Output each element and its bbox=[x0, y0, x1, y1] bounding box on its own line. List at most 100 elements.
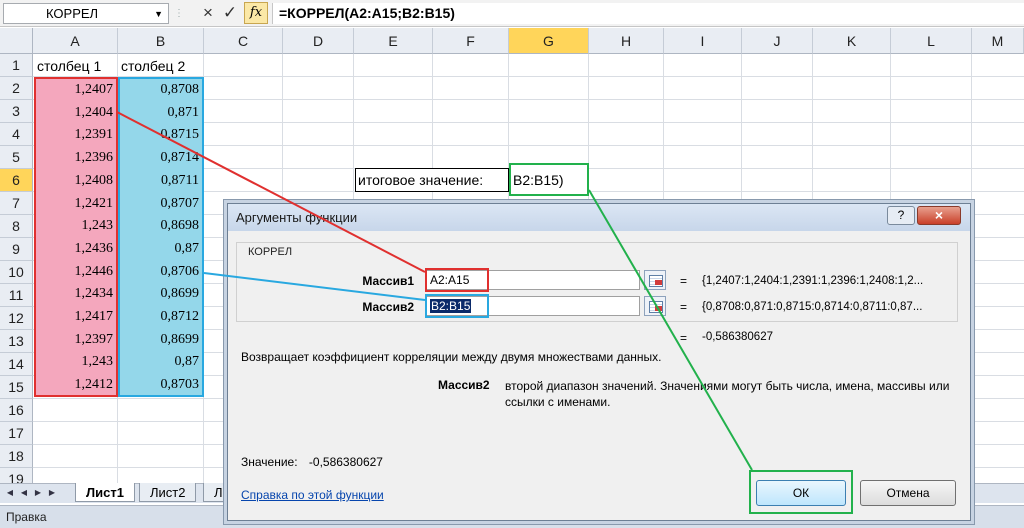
value-label: Значение: bbox=[241, 455, 298, 469]
column-header-a[interactable]: A bbox=[33, 28, 118, 54]
column-header-j[interactable]: J bbox=[742, 28, 813, 54]
cell-b13[interactable]: 0,8699 bbox=[120, 328, 202, 351]
arg1-label: Массив1 bbox=[362, 274, 414, 288]
arg1-collapse-icon[interactable] bbox=[644, 270, 666, 290]
insert-function-icon[interactable]: fx bbox=[244, 2, 268, 24]
column-gridline bbox=[971, 54, 972, 484]
cell-b7[interactable]: 0,8707 bbox=[120, 192, 202, 215]
column-header-h[interactable]: H bbox=[589, 28, 664, 54]
column-header-b[interactable]: B bbox=[118, 28, 204, 54]
arg2-collapse-icon[interactable] bbox=[644, 296, 666, 316]
row-header-18[interactable]: 18 bbox=[0, 445, 33, 468]
name-box-value: КОРРЕЛ bbox=[46, 6, 99, 21]
cell-a3[interactable]: 1,2404 bbox=[36, 101, 116, 124]
row-header-16[interactable]: 16 bbox=[0, 399, 33, 422]
cell-a14[interactable]: 1,243 bbox=[36, 350, 116, 373]
formula-input[interactable]: =КОРРЕЛ(A2:A15;B2:B15) bbox=[272, 3, 1024, 24]
row-header-10[interactable]: 10 bbox=[0, 261, 33, 284]
name-box[interactable]: КОРРЕЛ ▼ bbox=[3, 3, 169, 24]
cell-b1[interactable]: столбец 2 bbox=[118, 55, 204, 78]
dialog-title[interactable]: Аргументы функции bbox=[228, 204, 970, 231]
column-header-g[interactable]: G bbox=[509, 28, 589, 54]
cell-a9[interactable]: 1,2436 bbox=[36, 237, 116, 260]
function-description: Возвращает коэффициент корреляции между … bbox=[241, 350, 662, 364]
result-preview: -0,586380627 bbox=[702, 331, 773, 343]
help-icon[interactable]: ? bbox=[887, 206, 915, 225]
row-header-7[interactable]: 7 bbox=[0, 192, 33, 215]
cell-a8[interactable]: 1,243 bbox=[36, 214, 116, 237]
tab-list1[interactable]: Лист1 bbox=[75, 483, 135, 502]
function-name: КОРРЕЛ bbox=[248, 246, 293, 258]
cell-b14[interactable]: 0,87 bbox=[120, 350, 202, 373]
cell-b3[interactable]: 0,871 bbox=[120, 101, 202, 124]
cancel-icon[interactable]: × bbox=[199, 3, 217, 23]
arg-help-text: второй диапазон значений. Значениями мог… bbox=[505, 379, 950, 409]
cancel-button[interactable]: Отмена bbox=[860, 480, 956, 506]
cell-b8[interactable]: 0,8698 bbox=[120, 214, 202, 237]
cell-a11[interactable]: 1,2434 bbox=[36, 282, 116, 305]
close-icon[interactable]: × bbox=[917, 206, 961, 225]
cell-b2[interactable]: 0,8708 bbox=[120, 78, 202, 101]
column-header-c[interactable]: C bbox=[204, 28, 283, 54]
row-header-4[interactable]: 4 bbox=[0, 123, 33, 146]
row-header-3[interactable]: 3 bbox=[0, 100, 33, 123]
formula-bar-splitter[interactable]: ⋮ bbox=[172, 3, 186, 24]
cell-b15[interactable]: 0,8703 bbox=[120, 373, 202, 396]
cell-a4[interactable]: 1,2391 bbox=[36, 123, 116, 146]
row-header-12[interactable]: 12 bbox=[0, 307, 33, 330]
cell-a2[interactable]: 1,2407 bbox=[36, 78, 116, 101]
row-header-9[interactable]: 9 bbox=[0, 238, 33, 261]
arg2-equals: = bbox=[680, 300, 688, 314]
row-header-15[interactable]: 15 bbox=[0, 376, 33, 399]
ok-highlight bbox=[749, 470, 853, 514]
row-header-11[interactable]: 11 bbox=[0, 284, 33, 307]
column-header-k[interactable]: K bbox=[813, 28, 891, 54]
column-header-l[interactable]: L bbox=[891, 28, 972, 54]
row-header-6[interactable]: 6 bbox=[0, 169, 33, 192]
column-header-i[interactable]: I bbox=[664, 28, 742, 54]
cell-a5[interactable]: 1,2396 bbox=[36, 146, 116, 169]
cell-a1[interactable]: столбец 1 bbox=[34, 55, 118, 78]
cell-a6[interactable]: 1,2408 bbox=[36, 169, 116, 192]
last-sheet-icon[interactable]: ▶ bbox=[46, 486, 58, 500]
row-header-1[interactable]: 1 bbox=[0, 54, 33, 77]
column-header-d[interactable]: D bbox=[283, 28, 354, 54]
cell-b10[interactable]: 0,8706 bbox=[120, 260, 202, 283]
help-link[interactable]: Справка по этой функции bbox=[241, 488, 384, 502]
cell-a7[interactable]: 1,2421 bbox=[36, 192, 116, 215]
result-label: итоговое значение: bbox=[358, 172, 484, 188]
row-header-14[interactable]: 14 bbox=[0, 353, 33, 376]
arg2-label: Массив2 bbox=[362, 300, 414, 314]
cell-b4[interactable]: 0,8715 bbox=[120, 123, 202, 146]
row-header-17[interactable]: 17 bbox=[0, 422, 33, 445]
arg1-highlight bbox=[425, 268, 489, 292]
cell-a10[interactable]: 1,2446 bbox=[36, 260, 116, 283]
column-header-f[interactable]: F bbox=[433, 28, 509, 54]
chevron-down-icon[interactable]: ▼ bbox=[154, 9, 163, 19]
arg-help-name: Массив2 bbox=[438, 378, 490, 392]
cell-b5[interactable]: 0,8714 bbox=[120, 146, 202, 169]
cell-a12[interactable]: 1,2417 bbox=[36, 305, 116, 328]
cell-b9[interactable]: 0,87 bbox=[120, 237, 202, 260]
prev-sheet-icon[interactable]: ◀ bbox=[18, 486, 30, 500]
cell-a13[interactable]: 1,2397 bbox=[36, 328, 116, 351]
select-all-button[interactable] bbox=[0, 28, 33, 54]
column-header-m[interactable]: M bbox=[972, 28, 1024, 54]
row-header-5[interactable]: 5 bbox=[0, 146, 33, 169]
column-header-e[interactable]: E bbox=[354, 28, 433, 54]
value-text: -0,586380627 bbox=[308, 455, 383, 469]
cell-a15[interactable]: 1,2412 bbox=[36, 373, 116, 396]
status-mode: Правка bbox=[6, 510, 47, 524]
arg1-preview: {1,2407:1,2404:1,2391:1,2396:1,2408:1,2.… bbox=[702, 275, 924, 287]
next-sheet-icon[interactable]: ▶ bbox=[32, 486, 44, 500]
arg2-preview: {0,8708:0,871:0,8715:0,8714:0,8711:0,87.… bbox=[702, 301, 923, 313]
row-header-2[interactable]: 2 bbox=[0, 77, 33, 100]
cell-b12[interactable]: 0,8712 bbox=[120, 305, 202, 328]
row-header-13[interactable]: 13 bbox=[0, 330, 33, 353]
cell-b11[interactable]: 0,8699 bbox=[120, 282, 202, 305]
tab-list2[interactable]: Лист2 bbox=[139, 483, 197, 502]
row-header-8[interactable]: 8 bbox=[0, 215, 33, 238]
enter-icon[interactable]: ✓ bbox=[221, 3, 239, 23]
cell-b6[interactable]: 0,8711 bbox=[120, 169, 202, 192]
first-sheet-icon[interactable]: ◀ bbox=[4, 486, 16, 500]
